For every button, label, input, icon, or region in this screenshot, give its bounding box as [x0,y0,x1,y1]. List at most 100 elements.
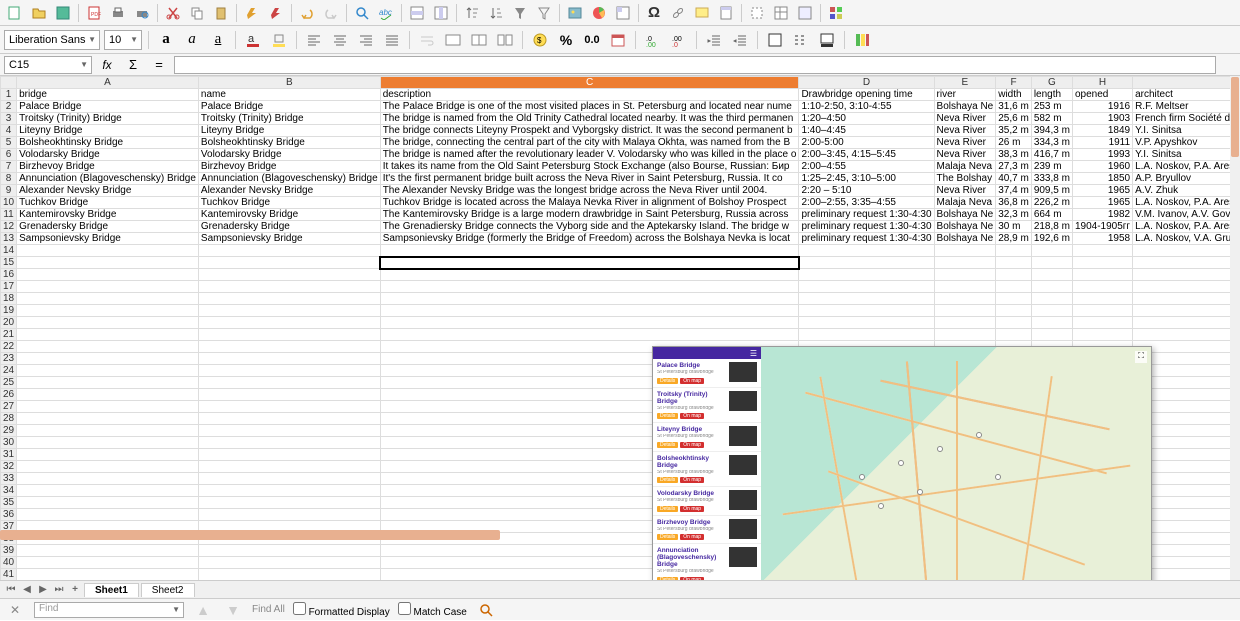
align-left-icon[interactable] [303,29,325,51]
cell[interactable] [17,293,199,305]
cell[interactable]: Y.I. Sinitsa [1133,125,1240,137]
col-header-G[interactable]: G [1031,77,1072,89]
overlay-menu-icon[interactable]: ☰ [750,349,757,358]
col-header-C[interactable]: C [380,77,799,89]
row-header-3[interactable]: 3 [1,113,17,125]
cell[interactable] [198,545,380,557]
cell[interactable]: 1960 [1072,161,1132,173]
overlay-item[interactable]: Liteyny Bridge St Petersburg drawbridge … [653,423,761,452]
add-decimal-icon[interactable]: .0.00 [642,29,664,51]
cell[interactable] [1072,245,1132,257]
cell[interactable] [934,317,996,329]
cell[interactable]: 1:20–4:50 [799,113,934,125]
cell[interactable] [934,281,996,293]
tab-last-icon[interactable]: ⏭ [52,583,66,597]
align-center-icon[interactable] [329,29,351,51]
cell[interactable]: Liteyny Bridge [17,125,199,137]
cell[interactable]: Annunciation (Blagoveschensky) Bridge [198,173,380,185]
row-header-15[interactable]: 15 [1,257,17,269]
cell[interactable] [996,269,1032,281]
row-header-26[interactable]: 26 [1,389,17,401]
row-header-36[interactable]: 36 [1,509,17,521]
cell[interactable]: 28,9 m [996,233,1032,245]
cell[interactable] [799,329,934,341]
cell[interactable] [380,293,799,305]
cell[interactable]: V.M. Ivanov, A.V. Govorkovsky [1133,209,1240,221]
col-header-H[interactable]: H [1072,77,1132,89]
cell[interactable] [17,353,199,365]
cell[interactable]: river [934,89,996,101]
cell[interactable] [198,317,380,329]
cell[interactable]: 1958 [1072,233,1132,245]
cell[interactable]: Troitsky (Trinity) Bridge [198,113,380,125]
cell[interactable] [198,269,380,281]
border-color-icon[interactable] [816,29,838,51]
cell[interactable]: 664 m [1031,209,1072,221]
cell[interactable] [17,545,199,557]
overlay-item[interactable]: Bolsheokhtinsky Bridge St Petersburg dra… [653,452,761,488]
cell[interactable] [799,269,934,281]
cell[interactable]: Tuchkov Bridge [17,197,199,209]
row-header-23[interactable]: 23 [1,353,17,365]
col-header-I[interactable]: I [1133,77,1240,89]
cell[interactable]: 334,3 m [1031,137,1072,149]
cell[interactable]: 416,7 m [1031,149,1072,161]
function-wizard-icon[interactable]: fx [96,54,118,76]
cell[interactable] [1031,257,1072,269]
sum-icon[interactable]: Σ [122,54,144,76]
conditional-format-icon[interactable] [851,29,873,51]
cell[interactable] [198,293,380,305]
cell[interactable]: name [198,89,380,101]
spreadsheet-grid[interactable]: ABCDEFGHI1bridgenamedescriptionDrawbridg… [0,76,1240,580]
cell[interactable]: Alexander Nevsky Bridge [17,185,199,197]
cell[interactable] [1031,245,1072,257]
overlay-item[interactable]: Palace Bridge St Petersburg drawbridge D… [653,359,761,388]
row-header-33[interactable]: 33 [1,473,17,485]
cell[interactable] [198,485,380,497]
cell[interactable]: width [996,89,1032,101]
cell[interactable]: description [380,89,799,101]
vertical-scrollbar[interactable] [1230,76,1240,580]
highlight-color-icon[interactable] [268,29,290,51]
cell[interactable]: R.F. Meltser [1133,101,1240,113]
cell[interactable] [17,245,199,257]
clear-format-icon[interactable] [265,2,287,24]
cell[interactable]: Birzhevoy Bridge [198,161,380,173]
row-header-5[interactable]: 5 [1,137,17,149]
cell[interactable] [1072,281,1132,293]
copy-icon[interactable] [186,2,208,24]
row-header-28[interactable]: 28 [1,413,17,425]
cell[interactable] [799,257,934,269]
row-header-7[interactable]: 7 [1,161,17,173]
cell[interactable] [17,485,199,497]
cell[interactable] [17,413,199,425]
cell[interactable]: Birzhevoy Bridge [17,161,199,173]
sort-asc-icon[interactable] [461,2,483,24]
cell[interactable]: Tuchkov Bridge is located across the Mal… [380,197,799,209]
find-input[interactable]: Find▼ [34,602,184,618]
cell[interactable]: length [1031,89,1072,101]
cell[interactable] [1031,293,1072,305]
cell[interactable]: Tuchkov Bridge [198,197,380,209]
cell[interactable] [934,269,996,281]
cell[interactable]: 218,8 m [1031,221,1072,233]
cell[interactable]: 1904-1905гг [1072,221,1132,233]
cell[interactable]: Y.I. Sinitsa [1133,149,1240,161]
cell[interactable] [996,257,1032,269]
row-header-6[interactable]: 6 [1,149,17,161]
overlay-map[interactable]: ⛶ + − [761,347,1151,580]
row-header-4[interactable]: 4 [1,125,17,137]
cell[interactable]: 2:00–4:55 [799,161,934,173]
cell[interactable] [996,245,1032,257]
cell[interactable]: The Bolshay [934,173,996,185]
cell[interactable]: bridge [17,89,199,101]
cell[interactable]: 2:20 – 5:10 [799,185,934,197]
cell[interactable] [996,281,1032,293]
cell[interactable]: Annunciation (Blagoveschensky) Bridge [17,173,199,185]
date-icon[interactable] [607,29,629,51]
row-header-2[interactable]: 2 [1,101,17,113]
currency-icon[interactable]: $ [529,29,551,51]
cell[interactable] [17,473,199,485]
cell[interactable] [198,557,380,569]
cell[interactable]: 1:25–2:45, 3:10–5:00 [799,173,934,185]
